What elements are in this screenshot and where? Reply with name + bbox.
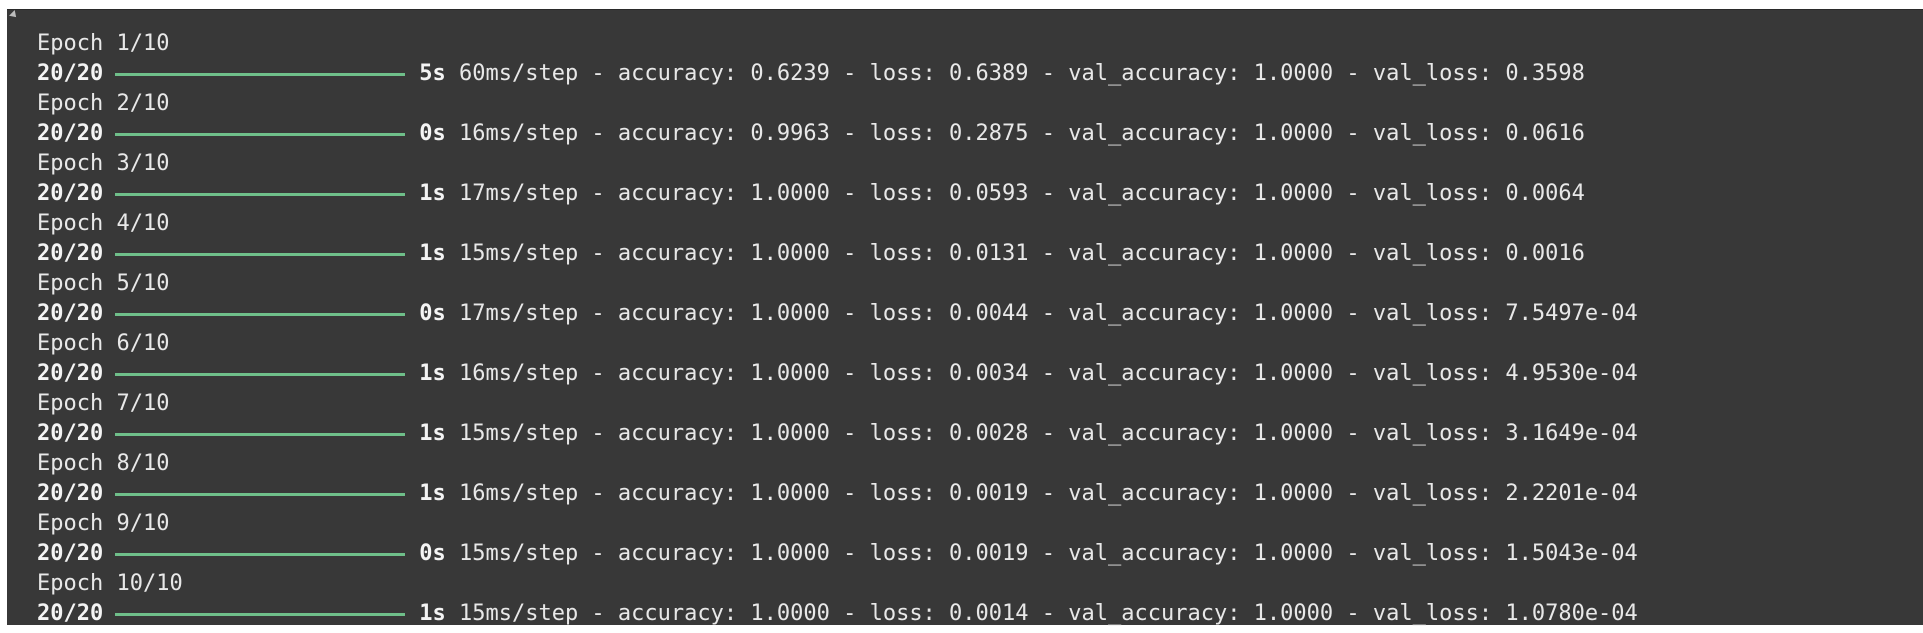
epoch-header: Epoch 6/10 xyxy=(37,331,170,356)
epoch-block: Epoch 9/10 20/20 0s 15ms/step - accuracy… xyxy=(37,509,1638,569)
epoch-header: Epoch 5/10 xyxy=(37,271,170,296)
progress-bar xyxy=(115,72,406,76)
step-count: 20/20 xyxy=(37,301,104,326)
metrics-text: 60ms/step - accuracy: 0.6239 - loss: 0.6… xyxy=(445,61,1585,86)
epoch-block: Epoch 6/10 20/20 1s 16ms/step - accuracy… xyxy=(37,329,1638,389)
progress-bar xyxy=(115,132,406,136)
progress-bar xyxy=(115,192,406,196)
epoch-header: Epoch 3/10 xyxy=(37,151,170,176)
metrics-text: 16ms/step - accuracy: 1.0000 - loss: 0.0… xyxy=(445,481,1638,506)
epoch-header: Epoch 7/10 xyxy=(37,391,170,416)
epoch-block: Epoch 10/10 20/20 1s 15ms/step - accurac… xyxy=(37,569,1638,629)
metrics-text: 17ms/step - accuracy: 1.0000 - loss: 0.0… xyxy=(445,301,1638,326)
step-count: 20/20 xyxy=(37,121,104,146)
epoch-block: Epoch 5/10 20/20 0s 17ms/step - accuracy… xyxy=(37,269,1638,329)
epoch-block: Epoch 3/10 20/20 1s 17ms/step - accuracy… xyxy=(37,149,1638,209)
epoch-block: Epoch 7/10 20/20 1s 15ms/step - accuracy… xyxy=(37,389,1638,449)
step-progress-line: 20/20 0s 17ms/step - accuracy: 1.0000 - … xyxy=(37,299,1638,329)
elapsed-time: 0s xyxy=(419,541,446,566)
elapsed-time: 1s xyxy=(419,601,446,626)
elapsed-time: 0s xyxy=(419,121,446,146)
epoch-header: Epoch 1/10 xyxy=(37,31,170,56)
epoch-header: Epoch 2/10 xyxy=(37,91,170,116)
progress-bar xyxy=(115,312,406,316)
step-progress-line: 20/20 1s 15ms/step - accuracy: 1.0000 - … xyxy=(37,239,1638,269)
step-progress-line: 20/20 0s 15ms/step - accuracy: 1.0000 - … xyxy=(37,539,1638,569)
epoch-block: Epoch 1/10 20/20 5s 60ms/step - accuracy… xyxy=(37,29,1638,89)
step-count: 20/20 xyxy=(37,481,104,506)
progress-bar xyxy=(115,432,406,436)
metrics-text: 17ms/step - accuracy: 1.0000 - loss: 0.0… xyxy=(445,181,1585,206)
progress-bar xyxy=(115,492,406,496)
step-progress-line: 20/20 1s 16ms/step - accuracy: 1.0000 - … xyxy=(37,479,1638,509)
training-log: Epoch 1/10 20/20 5s 60ms/step - accuracy… xyxy=(37,29,1638,629)
page: Epoch 1/10 20/20 5s 60ms/step - accuracy… xyxy=(0,0,1923,633)
elapsed-time: 1s xyxy=(419,181,446,206)
step-count: 20/20 xyxy=(37,241,104,266)
output-panel[interactable]: Epoch 1/10 20/20 5s 60ms/step - accuracy… xyxy=(7,9,1923,626)
collapse-arrow-icon[interactable] xyxy=(9,10,19,20)
step-count: 20/20 xyxy=(37,61,104,86)
epoch-header: Epoch 10/10 xyxy=(37,571,183,596)
step-progress-line: 20/20 0s 16ms/step - accuracy: 0.9963 - … xyxy=(37,119,1638,149)
epoch-header: Epoch 9/10 xyxy=(37,511,170,536)
step-progress-line: 20/20 1s 16ms/step - accuracy: 1.0000 - … xyxy=(37,359,1638,389)
metrics-text: 15ms/step - accuracy: 1.0000 - loss: 0.0… xyxy=(445,601,1638,626)
progress-bar xyxy=(115,252,406,256)
step-count: 20/20 xyxy=(37,421,104,446)
step-count: 20/20 xyxy=(37,541,104,566)
progress-bar xyxy=(115,612,406,616)
metrics-text: 15ms/step - accuracy: 1.0000 - loss: 0.0… xyxy=(445,241,1585,266)
epoch-header: Epoch 4/10 xyxy=(37,211,170,236)
elapsed-time: 1s xyxy=(419,361,446,386)
progress-bar xyxy=(115,372,406,376)
epoch-block: Epoch 8/10 20/20 1s 16ms/step - accuracy… xyxy=(37,449,1638,509)
progress-bar xyxy=(115,552,406,556)
epoch-block: Epoch 4/10 20/20 1s 15ms/step - accuracy… xyxy=(37,209,1638,269)
step-count: 20/20 xyxy=(37,601,104,626)
metrics-text: 15ms/step - accuracy: 1.0000 - loss: 0.0… xyxy=(445,541,1638,566)
metrics-text: 16ms/step - accuracy: 1.0000 - loss: 0.0… xyxy=(445,361,1638,386)
metrics-text: 16ms/step - accuracy: 0.9963 - loss: 0.2… xyxy=(445,121,1585,146)
step-progress-line: 20/20 1s 15ms/step - accuracy: 1.0000 - … xyxy=(37,419,1638,449)
elapsed-time: 5s xyxy=(419,61,446,86)
metrics-text: 15ms/step - accuracy: 1.0000 - loss: 0.0… xyxy=(445,421,1638,446)
epoch-header: Epoch 8/10 xyxy=(37,451,170,476)
elapsed-time: 1s xyxy=(419,421,446,446)
elapsed-time: 1s xyxy=(419,241,446,266)
step-progress-line: 20/20 1s 15ms/step - accuracy: 1.0000 - … xyxy=(37,599,1638,629)
elapsed-time: 1s xyxy=(419,481,446,506)
step-progress-line: 20/20 5s 60ms/step - accuracy: 0.6239 - … xyxy=(37,59,1638,89)
elapsed-time: 0s xyxy=(419,301,446,326)
step-count: 20/20 xyxy=(37,181,104,206)
step-progress-line: 20/20 1s 17ms/step - accuracy: 1.0000 - … xyxy=(37,179,1638,209)
epoch-block: Epoch 2/10 20/20 0s 16ms/step - accuracy… xyxy=(37,89,1638,149)
step-count: 20/20 xyxy=(37,361,104,386)
